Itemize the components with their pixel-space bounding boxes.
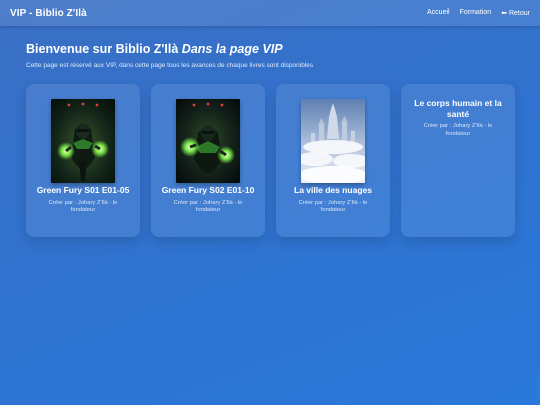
book-card-green-fury-s01[interactable]: Green Fury S01 E01-05 Créer par : Johary…: [26, 84, 140, 237]
site-brand[interactable]: VIP - Biblio Z'Ilà: [10, 8, 87, 19]
page-subtitle: Cette page est réservé aux VIP, dans cet…: [26, 62, 314, 69]
book-title: Green Fury S01 E01-05: [36, 185, 130, 195]
book-cover-image: [51, 99, 115, 183]
nav-link-formation[interactable]: Formation: [460, 9, 492, 17]
book-card-green-fury-s02[interactable]: Green Fury S02 E01-10 Créer par : Johary…: [151, 84, 265, 237]
book-author: Créer par : Johary Z'Ilà - le fondateur: [48, 199, 118, 214]
book-cover-image: [176, 99, 240, 183]
page-title: Bienvenue sur Biblio Z'Ilà Dans la page …: [26, 42, 516, 56]
nav-link-retour[interactable]: ⬅ Retour: [501, 9, 530, 17]
nav-link-accueil[interactable]: Accueil: [427, 9, 450, 17]
top-navbar: VIP - Biblio Z'Ilà Accueil Formation ⬅ Re…: [0, 0, 540, 26]
book-cover-image: [301, 99, 365, 183]
back-arrow-icon: ⬅: [501, 10, 507, 17]
nav-links: Accueil Formation ⬅ Retour: [427, 9, 530, 17]
page-title-main: Bienvenue sur Biblio Z'Ilà: [26, 42, 179, 56]
page-title-emphasis: Dans la page VIP: [181, 42, 283, 56]
green-fury-cover-art: [51, 99, 115, 183]
green-fury-cover-art: [176, 99, 240, 183]
book-card-corps-humain[interactable]: Le corps humain et la santé Créer par : …: [401, 84, 515, 237]
book-author: Créer par : Johary Z'Ilà - le fondateur: [423, 123, 493, 137]
book-title: Le corps humain et la santé: [414, 98, 502, 119]
page-header: Bienvenue sur Biblio Z'Ilà Dans la page …: [26, 42, 516, 69]
book-author: Créer par : Johary Z'Ilà - le fondateur: [298, 199, 368, 214]
book-grid: Green Fury S01 E01-05 Créer par : Johary…: [26, 84, 515, 237]
book-title: Green Fury S02 E01-10: [161, 185, 255, 195]
book-author: Créer par : Johary Z'Ilà - le fondateur: [173, 199, 243, 214]
nav-link-retour-label: Retour: [508, 10, 530, 17]
book-title: La ville des nuages: [294, 185, 372, 195]
cloud-city-cover-art: [301, 99, 365, 183]
book-card-ville-des-nuages[interactable]: La ville des nuages Créer par : Johary Z…: [276, 84, 390, 237]
